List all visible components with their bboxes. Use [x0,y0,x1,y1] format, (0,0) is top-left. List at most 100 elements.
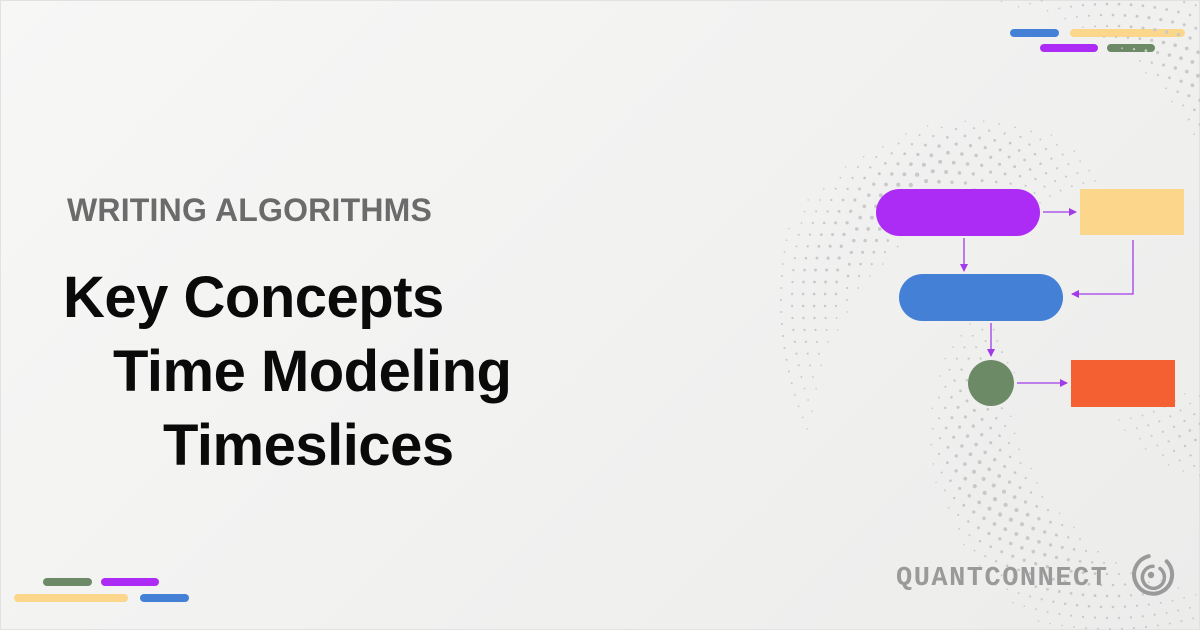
halftone-dot [863,238,867,243]
halftone-dot [834,292,838,296]
halftone-dot [963,134,967,138]
halftone-dot [780,275,783,277]
halftone-dot [903,152,907,156]
halftone-dot [959,389,962,393]
halftone-dot [1035,608,1037,611]
halftone-dot [938,437,942,440]
halftone-dot [1079,160,1081,163]
halftone-dot [1054,180,1057,183]
halftone-dot [1129,3,1133,7]
halftone-dot [872,250,876,254]
halftone-dot [826,210,829,213]
halftone-dot [1023,605,1026,608]
halftone-dot [914,172,920,177]
halftone-dot [981,476,986,481]
halftone-dot [881,145,884,148]
halftone-dot [1111,13,1115,17]
halftone-dot [1159,601,1162,604]
halftone-dot [1087,604,1091,608]
halftone-dot [1065,175,1068,178]
halftone-dot [824,316,827,320]
halftone-dot [823,304,827,308]
halftone-dot [1009,415,1012,418]
halftone-dot [846,274,850,278]
halftone-dot [944,170,949,174]
halftone-dot [834,187,837,190]
halftone-dot [1180,620,1183,623]
quantconnect-logo-icon [1132,554,1175,596]
halftone-dot [1002,489,1006,494]
halftone-dot [862,204,867,209]
halftone-dot [950,416,954,420]
halftone-dot [931,407,934,410]
halftone-dot [803,268,806,272]
halftone-dot [1066,558,1070,562]
halftone-dot [1184,69,1189,74]
halftone-dot [972,510,976,514]
halftone-dot [890,172,894,176]
halftone-dot [863,176,866,180]
halftone-dot [960,152,964,156]
halftone-dot [1093,616,1097,619]
halftone-dot [980,179,984,183]
halftone-dot [790,304,794,308]
halftone-dot [1035,505,1039,508]
halftone-dot [1150,38,1154,42]
halftone-dot [1177,10,1180,14]
halftone-dot [940,471,943,474]
halftone-dot [1031,549,1036,554]
halftone-dot [807,399,809,401]
halftone-dot [813,280,816,284]
halftone-dot [814,328,817,332]
halftone-dot [926,125,929,127]
halftone-dot [965,399,969,403]
halftone-dot [1040,0,1043,2]
node-orange-box [1071,360,1175,407]
halftone-dot [960,334,962,337]
halftone-dot [806,245,809,248]
halftone-dot [1022,558,1026,562]
halftone-dot [1150,434,1153,437]
halftone-dot [846,299,848,301]
halftone-dot [1082,182,1085,184]
halftone-dot [1129,417,1132,420]
halftone-dot [1117,2,1121,6]
halftone-dot [938,159,943,164]
halftone-dot [806,427,808,430]
halftone-dot [883,161,887,165]
halftone-dot [989,441,993,445]
halftone-dot [937,417,941,420]
halftone-dot [1188,429,1192,432]
halftone-dot [1189,454,1192,457]
halftone-dot [1135,604,1139,608]
halftone-dot [1028,143,1031,146]
halftone-dot [935,481,937,484]
halftone-dot [1105,594,1109,598]
halftone-dot [929,153,934,158]
halftone-dot [792,328,795,332]
halftone-dot [1034,177,1037,181]
halftone-dot [994,560,998,563]
halftone-dot [1111,583,1115,587]
halftone-dot [1184,393,1186,395]
halftone-dot [1150,61,1154,64]
halftone-dot [1144,448,1147,450]
halftone-dot [1000,550,1004,554]
halftone-dot [1082,26,1084,29]
halftone-dot [954,469,958,473]
halftone-dot [989,545,993,549]
halftone-dot [1123,583,1127,586]
halftone-dot [1169,415,1172,418]
halftone-dot [792,268,795,272]
halftone-dot [1173,66,1178,70]
halftone-dot [1193,133,1196,135]
halftone-dot [1067,163,1070,166]
halftone-dot [812,292,816,296]
halftone-dot [1054,533,1058,537]
halftone-dot [817,244,821,248]
halftone-dot [1070,5,1073,8]
node-blue-pill [899,274,1063,321]
halftone-dot [1153,5,1157,9]
halftone-dot [1123,605,1127,608]
halftone-dot [867,193,871,197]
